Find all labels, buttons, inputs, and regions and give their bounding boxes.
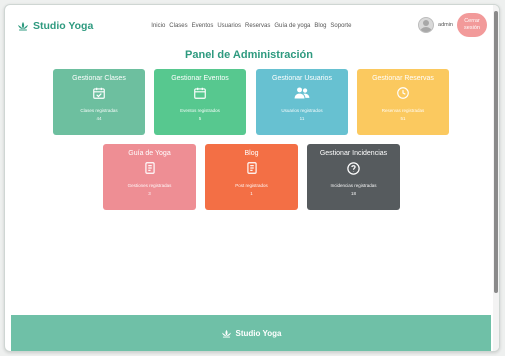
card-title: Gestionar Incidencias xyxy=(319,150,388,157)
card-gestionar-incidencias[interactable]: Gestionar Incidencias Incidencias regist… xyxy=(307,144,400,210)
card-title: Blog xyxy=(244,150,259,157)
users-icon xyxy=(294,87,310,99)
card-label: Clases registradas xyxy=(80,108,118,113)
card-gestionar-eventos[interactable]: Gestionar Eventos Eventos registrados 5 xyxy=(154,69,246,135)
nav-item-eventos[interactable]: Eventos xyxy=(192,23,214,29)
card-count: 1 xyxy=(250,191,253,196)
card-count: 51 xyxy=(400,116,406,121)
question-icon xyxy=(347,162,360,175)
card-title: Gestionar Usuarios xyxy=(272,75,332,82)
main-nav: Inicio Clases Eventos Usuarios Reservas … xyxy=(151,23,351,29)
logout-button[interactable]: Cerrar sesión xyxy=(457,13,487,37)
card-title: Guía de Yoga xyxy=(128,150,171,157)
card-label: Incidencias registradas xyxy=(330,183,377,188)
card-label: Usuarios registrados xyxy=(281,108,323,113)
navbar: Studio Yoga Inicio Clases Eventos Usuari… xyxy=(5,5,493,47)
card-label: Post registrados xyxy=(235,183,268,188)
card-title: Gestionar Clases xyxy=(72,75,126,82)
card-count: 44 xyxy=(96,116,102,121)
page-title: Panel de Administración xyxy=(185,49,313,61)
footer: Studio Yoga xyxy=(11,315,491,351)
card-label: Eventos registrados xyxy=(180,108,220,113)
nav-item-soporte[interactable]: Soporte xyxy=(330,23,351,29)
clock-icon xyxy=(397,87,409,99)
card-title: Gestionar Eventos xyxy=(171,75,229,82)
nav-item-usuarios[interactable]: Usuarios xyxy=(217,23,241,29)
calendar-check-icon xyxy=(93,87,105,99)
card-label: Gestiones registradas xyxy=(127,183,172,188)
nav-item-clases[interactable]: Clases xyxy=(169,23,187,29)
card-title: Gestionar Reservas xyxy=(372,75,434,82)
scrollbar[interactable] xyxy=(493,5,499,351)
document-icon xyxy=(144,162,155,174)
scrollbar-thumb[interactable] xyxy=(494,11,498,293)
lotus-icon xyxy=(221,329,231,338)
avatar[interactable] xyxy=(418,17,435,33)
brand-name: Studio Yoga xyxy=(33,20,94,32)
lotus-icon xyxy=(18,22,28,31)
card-label: Reservas registradas xyxy=(381,108,425,113)
card-count: 3 xyxy=(148,191,151,196)
footer-brand: Studio Yoga xyxy=(235,328,282,338)
card-guia-yoga[interactable]: Guía de Yoga Gestiones registradas 3 xyxy=(103,144,196,210)
nav-item-blog[interactable]: Blog xyxy=(314,23,326,29)
nav-item-reservas[interactable]: Reservas xyxy=(245,23,270,29)
browser-viewport: Studio Yoga Inicio Clases Eventos Usuari… xyxy=(4,4,500,352)
user-name: admin xyxy=(438,22,453,28)
card-gestionar-usuarios[interactable]: Gestionar Usuarios Usuarios registrados … xyxy=(256,69,348,135)
brand-logo[interactable]: Studio Yoga xyxy=(17,20,93,32)
card-count: 18 xyxy=(350,191,356,196)
nav-item-guia-yoga[interactable]: Guía de yoga xyxy=(274,23,310,29)
user-area: admin Cerrar sesión xyxy=(418,13,487,37)
card-gestionar-reservas[interactable]: Gestionar Reservas Reservas registradas … xyxy=(357,69,449,135)
document-icon xyxy=(246,162,257,174)
calendar-icon xyxy=(194,87,206,99)
card-blog[interactable]: Blog Post registrados 1 xyxy=(205,144,298,210)
card-count: 11 xyxy=(299,116,305,121)
card-gestionar-clases[interactable]: Gestionar Clases Clases registradas 44 xyxy=(53,69,145,135)
card-count: 5 xyxy=(198,116,202,121)
nav-item-inicio[interactable]: Inicio xyxy=(151,23,165,29)
